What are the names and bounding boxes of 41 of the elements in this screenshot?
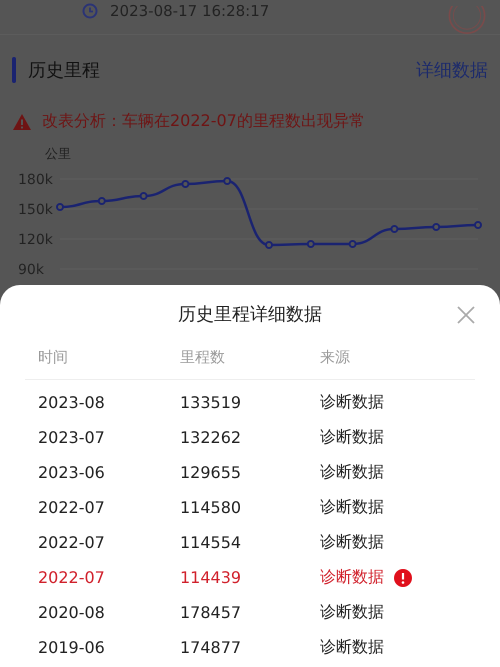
table-cell: 诊断数据: [320, 637, 384, 658]
table-cell-text: 129655: [180, 463, 242, 482]
clock-icon: [82, 3, 98, 19]
alert-icon: [394, 568, 412, 586]
table-cell-text: 2022-07: [37, 568, 106, 587]
table-cell-text: 2020-08: [37, 603, 106, 622]
table-cell: 诊断数据: [320, 567, 384, 588]
table-cell-text: 114580: [180, 498, 242, 517]
column-header: 里程数: [180, 348, 226, 367]
data-point: [98, 197, 106, 205]
details-link[interactable]: 详细数据: [416, 58, 488, 82]
section-marker: [12, 57, 16, 83]
table-cell: 诊断数据: [320, 532, 384, 553]
column-header: 来源: [320, 348, 350, 367]
data-point: [390, 225, 398, 233]
table-cell-text: 174877: [180, 638, 242, 657]
data-point: [474, 221, 482, 229]
table-cell: 诊断数据: [320, 497, 384, 518]
table-cell-text: 2022-07: [37, 498, 106, 517]
data-point: [140, 192, 148, 200]
table-cell-text: 2023-08: [37, 393, 106, 412]
data-point: [432, 223, 440, 231]
table-cell-text: 2019-06: [37, 638, 106, 657]
warning-text: 改表分析：车辆在2022-07的里程数出现异常: [42, 111, 365, 132]
table-cell: 诊断数据: [320, 602, 384, 623]
table-cell: 诊断数据: [320, 392, 384, 413]
table-cell: 诊断数据: [320, 462, 384, 483]
table-cell-text: 114554: [180, 533, 242, 552]
close-icon[interactable]: [456, 305, 476, 325]
table-cell-text: 2023-06: [37, 463, 106, 482]
table-cell-text: 178457: [180, 603, 242, 622]
table-cell-text: 114439: [180, 568, 242, 587]
section-title: 历史里程: [28, 59, 100, 82]
table-cell-text: 2022-07: [37, 533, 106, 552]
table-cell-text: 2023-07: [37, 428, 106, 447]
column-header: 时间: [37, 348, 69, 367]
table-cell: 诊断数据: [320, 427, 384, 448]
table-cell-text: 132262: [180, 428, 242, 447]
table-cell-text: 133519: [180, 393, 242, 412]
warning-icon: [12, 112, 32, 130]
sheet-title: 历史里程详细数据: [178, 303, 322, 326]
